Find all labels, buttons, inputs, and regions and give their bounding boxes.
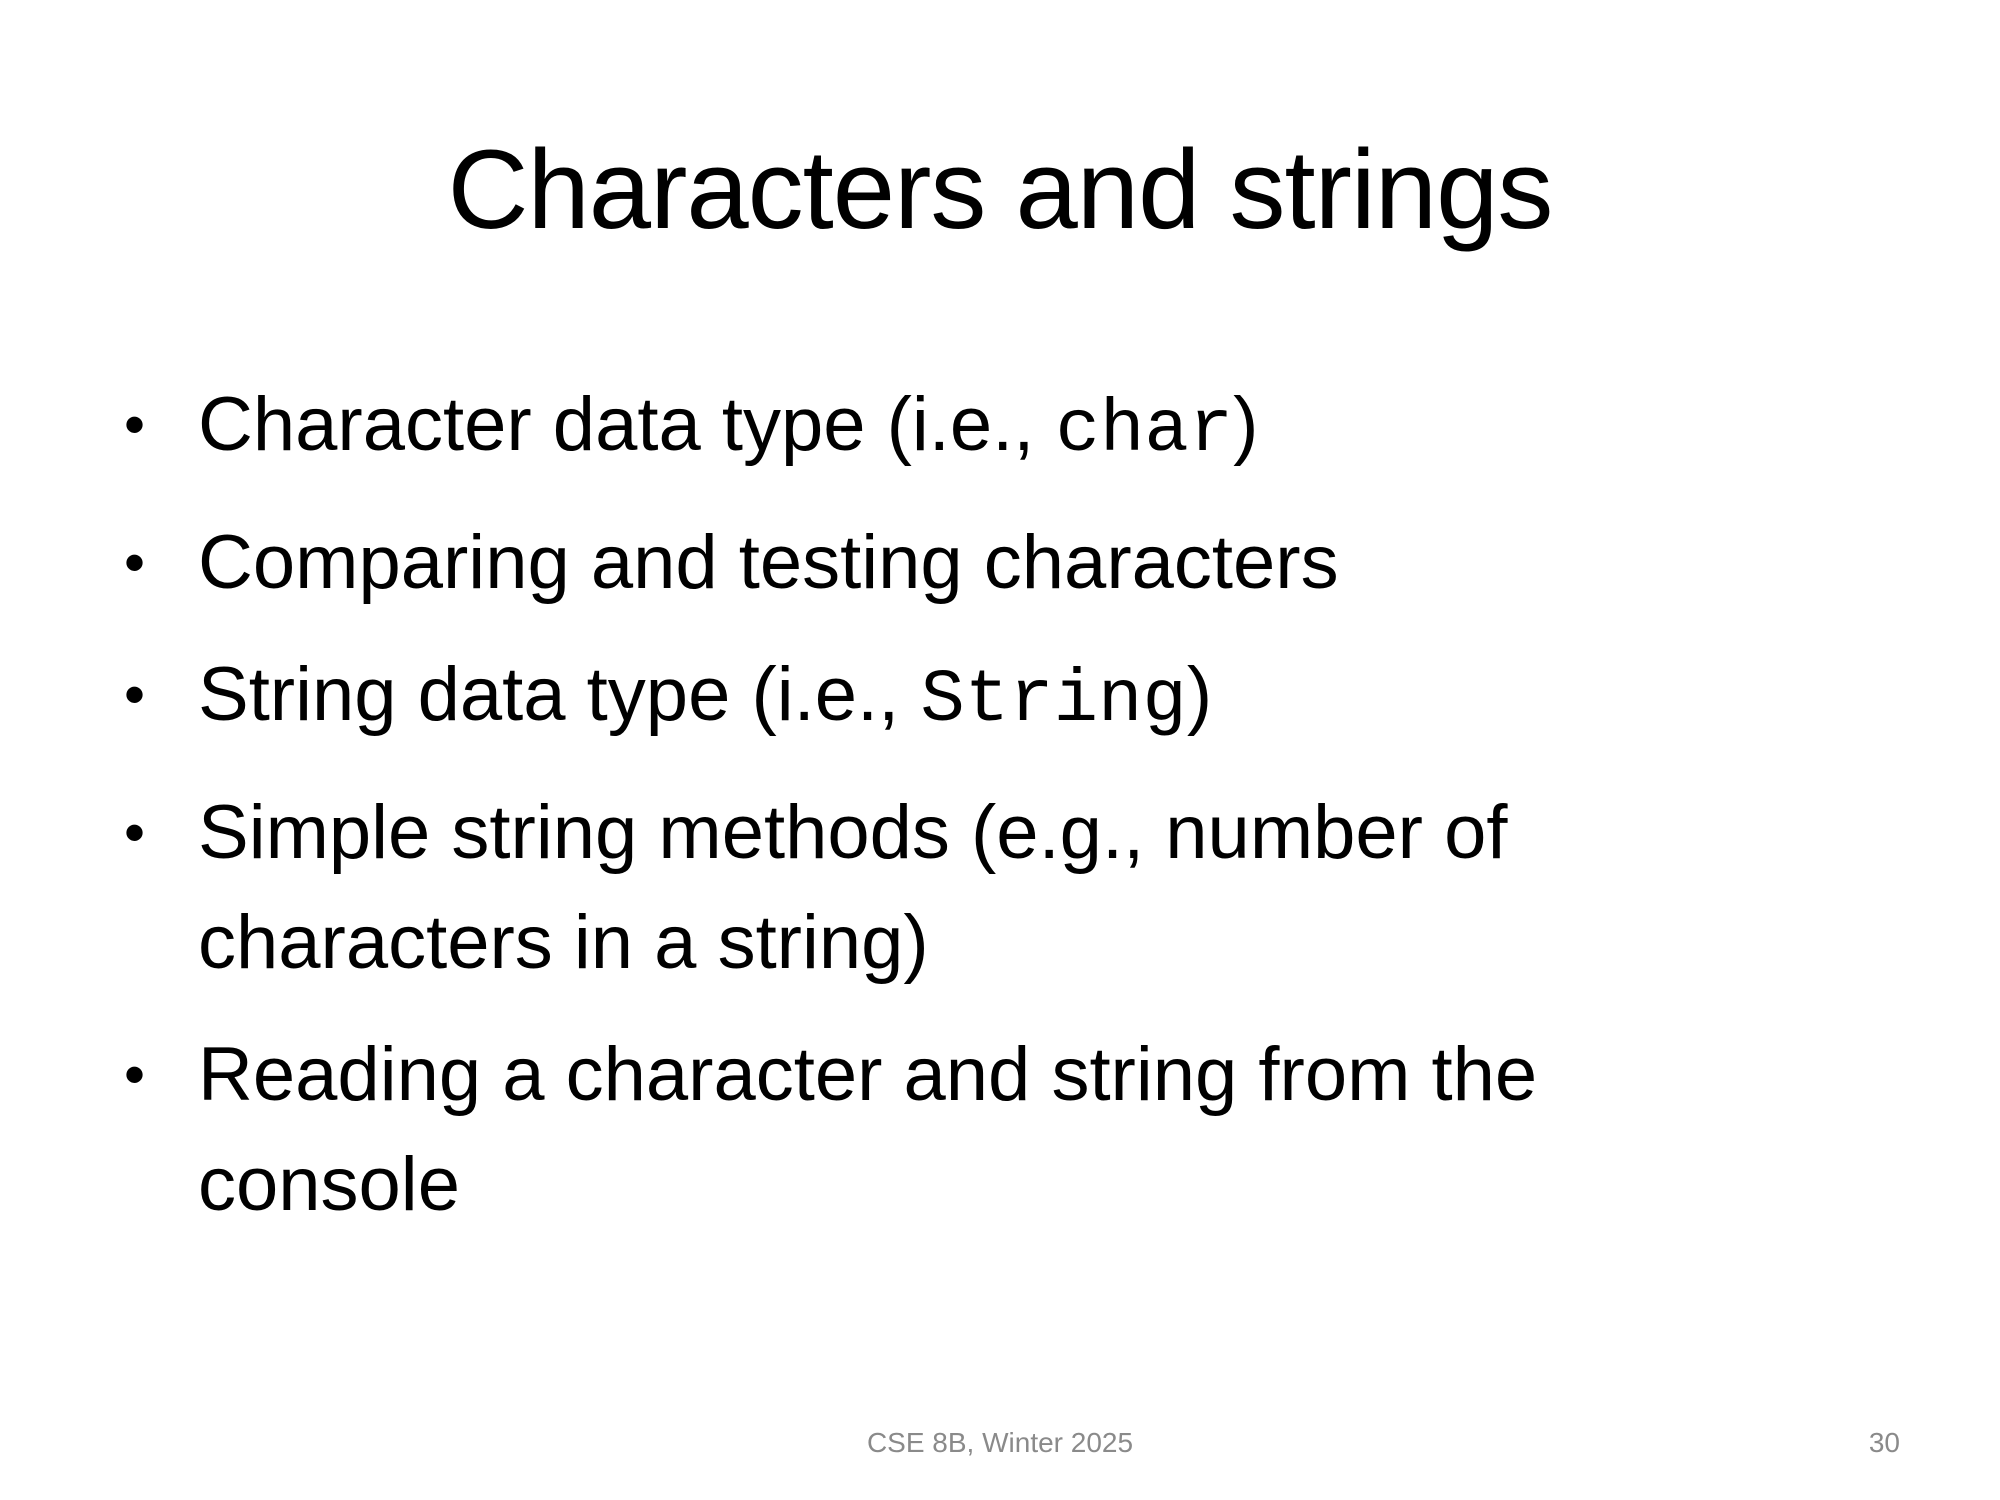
bullet-code: String <box>920 659 1187 743</box>
slide-title: Characters and strings <box>447 127 1554 252</box>
bullet-text-after: ) <box>1233 382 1259 467</box>
bullet-text-after: ) <box>1186 652 1213 737</box>
bullet-text: Comparing and testing characters <box>198 520 1339 605</box>
bullet-item: • Comparing and testing characters <box>120 508 1740 618</box>
slide: Characters and strings • Character data … <box>0 0 2000 1500</box>
bullet-text: Character data type (i.e., <box>198 382 1056 467</box>
bullet-icon: • <box>124 799 146 866</box>
bullet-text: String data type (i.e., <box>198 652 921 737</box>
bullet-text: Simple string methods (e.g., number of c… <box>198 790 1508 985</box>
bullet-item: • Simple string methods (e.g., number of… <box>120 778 1740 998</box>
bullet-code: char <box>1055 389 1234 473</box>
bullet-text: Reading a character and string from the … <box>198 1032 1538 1227</box>
bullet-icon: • <box>124 529 146 596</box>
bullet-item: • Character data type (i.e., char) <box>120 370 1740 486</box>
bullet-item: • String data type (i.e., String) <box>120 640 1740 756</box>
bullet-item: • Reading a character and string from th… <box>120 1020 1740 1240</box>
bullet-icon: • <box>124 661 146 728</box>
bullet-icon: • <box>124 391 146 458</box>
bullet-list: • Character data type (i.e., char) • Com… <box>120 370 1740 1262</box>
bullet-icon: • <box>124 1041 146 1108</box>
page-number: 30 <box>1868 1427 1900 1458</box>
slide-footer: CSE 8B, Winter 2025 <box>866 1427 1134 1458</box>
